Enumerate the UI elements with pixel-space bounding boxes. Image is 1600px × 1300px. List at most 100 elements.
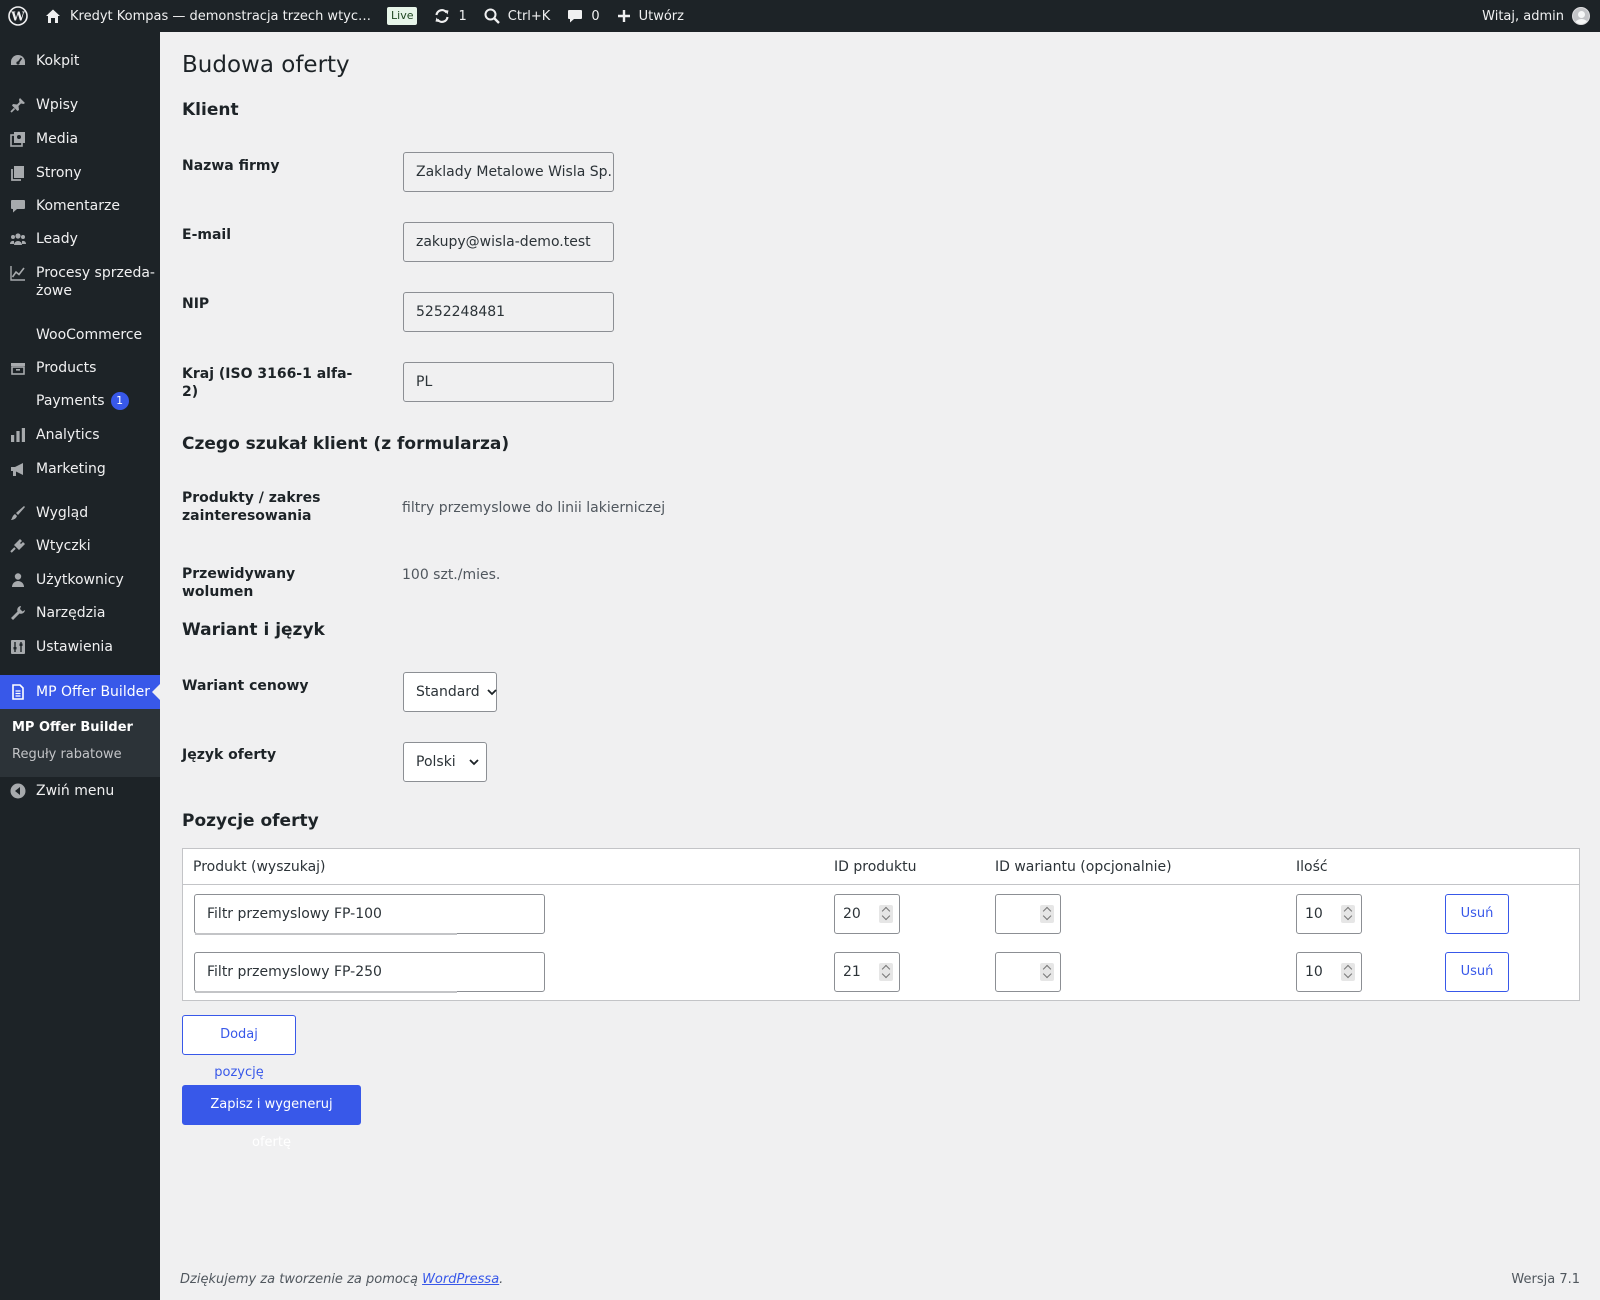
section-heading-client: Klient [182,100,239,120]
media-icon [9,130,27,148]
number-stepper-icon[interactable] [1040,963,1054,981]
svg-text:W: W [10,10,25,24]
create-label: Utwórz [638,8,684,24]
remove-item-button[interactable]: Usuń [1445,894,1509,934]
sidebar-item-analytics[interactable]: Analytics [0,426,160,446]
updates-count: 1 [458,8,467,24]
comments-link[interactable]: 0 [558,0,607,32]
footer-version: Wersja 7.1 [1511,1272,1580,1287]
dashboard-icon [9,52,27,70]
column-header-quantity: Ilość [1296,859,1328,875]
number-stepper-icon[interactable] [879,905,893,923]
products-interest-label: Produkty / zakres zainteresowania [182,490,321,524]
offer-items-table: Produkt (wyszukaj) ID produktu ID warian… [182,848,1580,1001]
number-stepper-icon[interactable] [879,963,893,981]
updates-link[interactable]: 1 [425,0,474,32]
number-stepper-icon[interactable] [1341,963,1355,981]
variant-id-input[interactable] [995,894,1061,934]
offer-language-select[interactable]: Polski [403,742,487,782]
bar-chart-icon [9,426,27,444]
settings-icon [9,638,27,656]
quantity-input[interactable]: 10 [1296,952,1362,992]
document-icon [9,683,27,701]
sidebar-item-narzedzia[interactable]: Narzędzia [0,604,160,624]
greeting: Witaj, admin [1482,8,1564,24]
search-icon [483,7,501,25]
home-icon [44,7,62,25]
volume-label: Przewidywany wolumen [182,566,296,600]
autocomplete-underline [195,933,457,935]
plus-icon [616,8,632,24]
my-account-link[interactable]: Witaj, admin [1474,0,1600,32]
product-search-input[interactable]: Filtr przemyslowy FP-100 [194,894,545,935]
company-name-field[interactable]: Zaklady Metalowe Wisla Sp. z [403,152,614,192]
sidebar-item-kokpit[interactable]: Kokpit [0,52,160,72]
section-heading-offer-items: Pozycje oferty [182,811,319,831]
sidebar-item-marketing[interactable]: Marketing [0,460,160,480]
plugin-icon [9,537,27,555]
woocommerce-icon [9,326,27,344]
sidebar-item-procesy-sprzedazowe[interactable]: Procesy sprzeda- żowe [0,264,160,302]
wordpress-logo-icon[interactable]: W [0,0,36,32]
sidebar-item-woocommerce[interactable]: WooCommerce [0,326,160,346]
variant-id-input[interactable] [995,952,1061,992]
email-field[interactable]: zakupy@wisla-demo.test [403,222,614,262]
column-header-product: Produkt (wyszukaj) [193,859,326,875]
collapse-icon [9,782,27,800]
updates-icon [433,7,451,25]
price-variant-select[interactable]: Standard [403,672,497,712]
sidebar-item-wtyczki[interactable]: Wtyczki [0,537,160,557]
product-id-input[interactable]: 20 [834,894,900,934]
price-variant-label: Wariant cenowy [182,678,309,694]
company-name-label: Nazwa firmy [182,158,280,174]
payments-icon [9,392,27,410]
remove-item-button[interactable]: Usuń [1445,952,1509,992]
brush-icon [9,504,27,522]
sidebar-item-payments[interactable]: Payments 1 [0,392,160,412]
site-title[interactable]: Kredyt Kompas — demonstracja trzech wtyc… [70,9,371,24]
user-icon [9,571,27,589]
product-id-input[interactable]: 21 [834,952,900,992]
comment-icon [566,7,584,25]
submenu-item-reguly-rabatowe[interactable]: Reguły rabatowe [12,747,122,762]
wordpress-link[interactable]: WordPressa [422,1272,499,1287]
sidebar-item-uzytkownicy[interactable]: Użytkownicy [0,571,160,591]
pin-icon [9,96,27,114]
sidebar-item-wyglad[interactable]: Wygląd [0,504,160,524]
sidebar-item-products[interactable]: Products [0,359,160,379]
section-heading-variant-language: Wariant i język [182,620,325,640]
sidebar-item-mp-offer-builder[interactable]: MP Offer Builder [0,675,160,709]
footer-thanks: Dziękujemy za tworzenie za pomocą WordPr… [180,1272,504,1287]
new-content-link[interactable]: Utwórz [608,0,692,32]
sidebar-item-wpisy[interactable]: Wpisy [0,96,160,116]
live-badge: Live [387,7,418,25]
submenu-mp-offer-builder: MP Offer Builder Reguły rabatowe [0,709,160,777]
save-and-generate-button[interactable]: Zapisz i wygeneruj ofertę [182,1085,361,1150]
section-heading-client-search: Czego szukał klient (z formularza) [182,434,510,454]
sidebar-item-ustawienia[interactable]: Ustawienia [0,638,160,658]
page-title: Budowa oferty [182,52,350,78]
volume-value: 100 szt./mies. [402,567,501,583]
add-item-button[interactable]: Dodaj pozycję [182,1015,296,1080]
offer-language-value: Polski [416,754,456,770]
submenu-item-mp-offer-builder[interactable]: MP Offer Builder [12,720,133,735]
sidebar-item-leady[interactable]: Leady [0,230,160,250]
comment-icon [9,197,27,215]
command-palette-link[interactable]: Ctrl+K [475,0,559,32]
sidebar-item-komentarze[interactable]: Komentarze [0,197,160,217]
sidebar-item-media[interactable]: Media [0,130,160,150]
number-stepper-icon[interactable] [1040,905,1054,923]
wrench-icon [9,604,27,622]
payments-label: Payments [36,393,105,409]
number-stepper-icon[interactable] [1341,905,1355,923]
column-header-product-id: ID produktu [834,859,917,875]
country-field[interactable]: PL [403,362,614,402]
site-name-link[interactable]: Kredyt Kompas — demonstracja trzech wtyc… [36,0,425,32]
nip-field[interactable]: 5252248481 [403,292,614,332]
collapse-menu-button[interactable]: Zwiń menu [0,782,160,802]
megaphone-icon [9,460,27,478]
product-search-input[interactable]: Filtr przemyslowy FP-250 [194,952,545,993]
payments-count-badge: 1 [110,392,129,410]
sidebar-item-strony[interactable]: Strony [0,164,160,184]
quantity-input[interactable]: 10 [1296,894,1362,934]
